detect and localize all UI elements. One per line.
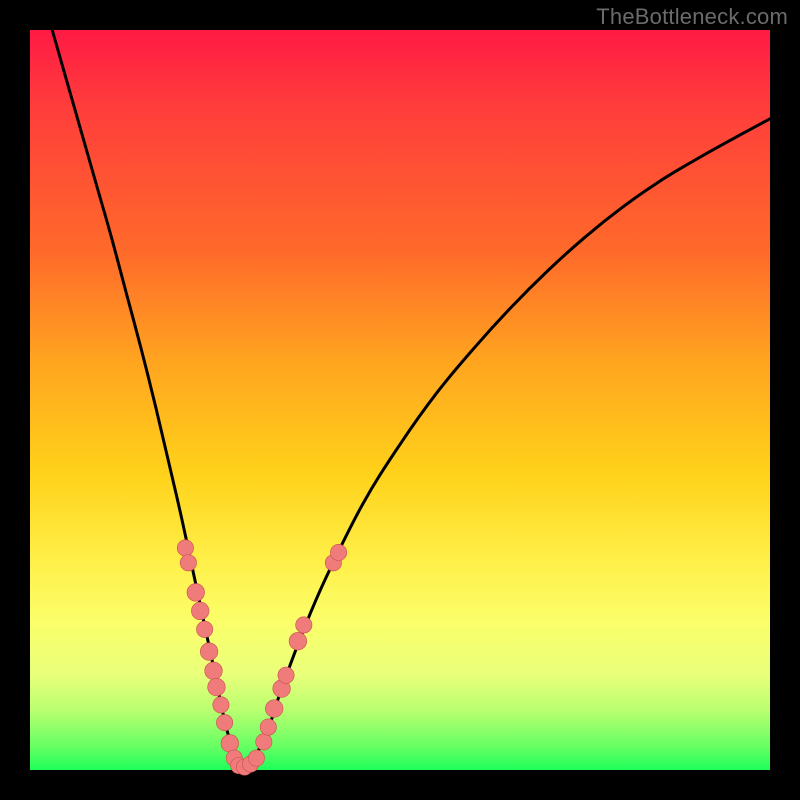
curve-marker xyxy=(265,700,283,718)
curve-marker xyxy=(187,584,205,602)
curve-marker xyxy=(205,662,223,680)
curve-marker xyxy=(177,540,193,556)
curve-marker xyxy=(180,555,196,571)
curve-marker xyxy=(200,643,218,661)
curve-marker xyxy=(248,750,264,766)
curve-marker xyxy=(216,714,232,730)
curve-marker xyxy=(260,719,276,735)
curve-marker xyxy=(289,632,307,650)
watermark-text: TheBottleneck.com xyxy=(596,4,788,30)
curve-marker xyxy=(196,621,212,637)
curve-marker xyxy=(221,735,239,753)
curve-marker xyxy=(330,544,346,560)
chart-frame: TheBottleneck.com xyxy=(0,0,800,800)
curve-marker xyxy=(296,617,312,633)
bottleneck-curve xyxy=(52,30,770,768)
curve-marker xyxy=(208,678,226,696)
curve-marker xyxy=(213,697,229,713)
curve-markers xyxy=(177,540,347,775)
curve-marker xyxy=(191,602,209,620)
curve-marker xyxy=(256,734,272,750)
curve-marker xyxy=(278,667,294,683)
chart-overlay xyxy=(30,30,770,770)
